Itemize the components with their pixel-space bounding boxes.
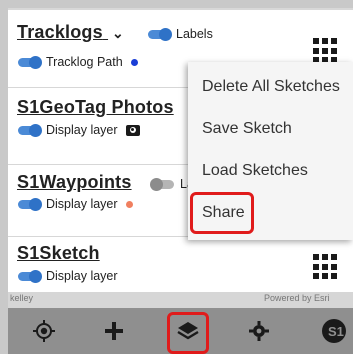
- layer-title-sketch[interactable]: S1Sketch: [17, 243, 100, 264]
- labels-toggle[interactable]: [148, 27, 172, 41]
- layer-title-text: Tracklogs: [17, 22, 103, 42]
- add-icon[interactable]: [103, 320, 125, 342]
- s1-logo-icon[interactable]: S1: [318, 317, 348, 345]
- display-layer-label: Display layer: [46, 269, 118, 283]
- waypoint-labels-toggle[interactable]: [150, 177, 174, 191]
- layer-sketch: S1Sketch Display layer: [8, 237, 353, 294]
- display-layer-toggle-sketch[interactable]: [18, 269, 42, 283]
- bottom-toolbar: S1: [8, 308, 353, 354]
- share-highlight: [190, 192, 254, 234]
- grid-menu-icon[interactable]: [313, 254, 339, 280]
- menu-item-delete-all-sketches[interactable]: Delete All Sketches: [202, 78, 340, 96]
- camera-icon: [125, 124, 140, 136]
- chevron-down-icon[interactable]: ⌄: [112, 25, 124, 42]
- grid-menu-icon[interactable]: [313, 38, 339, 64]
- menu-item-save-sketch[interactable]: Save Sketch: [202, 120, 292, 138]
- display-layer-toggle-geotag[interactable]: [18, 123, 42, 137]
- map-attribution-strip: kelley Powered by Esri: [8, 292, 353, 308]
- display-layer-label: Display layer: [46, 197, 118, 211]
- attribution-right-text: Powered by Esri: [264, 293, 330, 303]
- tracklog-path-row[interactable]: Tracklog Path: [18, 55, 138, 69]
- display-layer-label: Display layer: [46, 123, 118, 137]
- waypoint-color-dot: [125, 200, 133, 208]
- display-layer-toggle-waypoints[interactable]: [18, 197, 42, 211]
- display-layer-row-sketch[interactable]: Display layer: [18, 269, 118, 283]
- display-layer-row-waypoints[interactable]: Display layer: [18, 197, 133, 211]
- tracklog-path-label: Tracklog Path: [46, 55, 123, 69]
- location-icon[interactable]: [32, 319, 56, 343]
- labels-toggle-row[interactable]: Labels: [148, 27, 213, 41]
- layers-highlight: [167, 312, 209, 354]
- tracklog-path-toggle[interactable]: [18, 55, 42, 69]
- layer-title-waypoints[interactable]: S1Waypoints: [17, 172, 132, 193]
- svg-text:S1: S1: [328, 324, 344, 339]
- layer-title-geotag[interactable]: S1GeoTag Photos: [17, 97, 174, 118]
- labels-toggle-label: Labels: [176, 27, 213, 41]
- settings-icon[interactable]: [248, 320, 270, 342]
- attribution-left-text: kelley: [10, 293, 34, 303]
- display-layer-row-geotag[interactable]: Display layer: [18, 123, 140, 137]
- layer-title-tracklogs[interactable]: Tracklogs ⌄: [17, 22, 124, 43]
- menu-item-load-sketches[interactable]: Load Sketches: [202, 162, 308, 180]
- tracklog-color-dot: [130, 58, 138, 66]
